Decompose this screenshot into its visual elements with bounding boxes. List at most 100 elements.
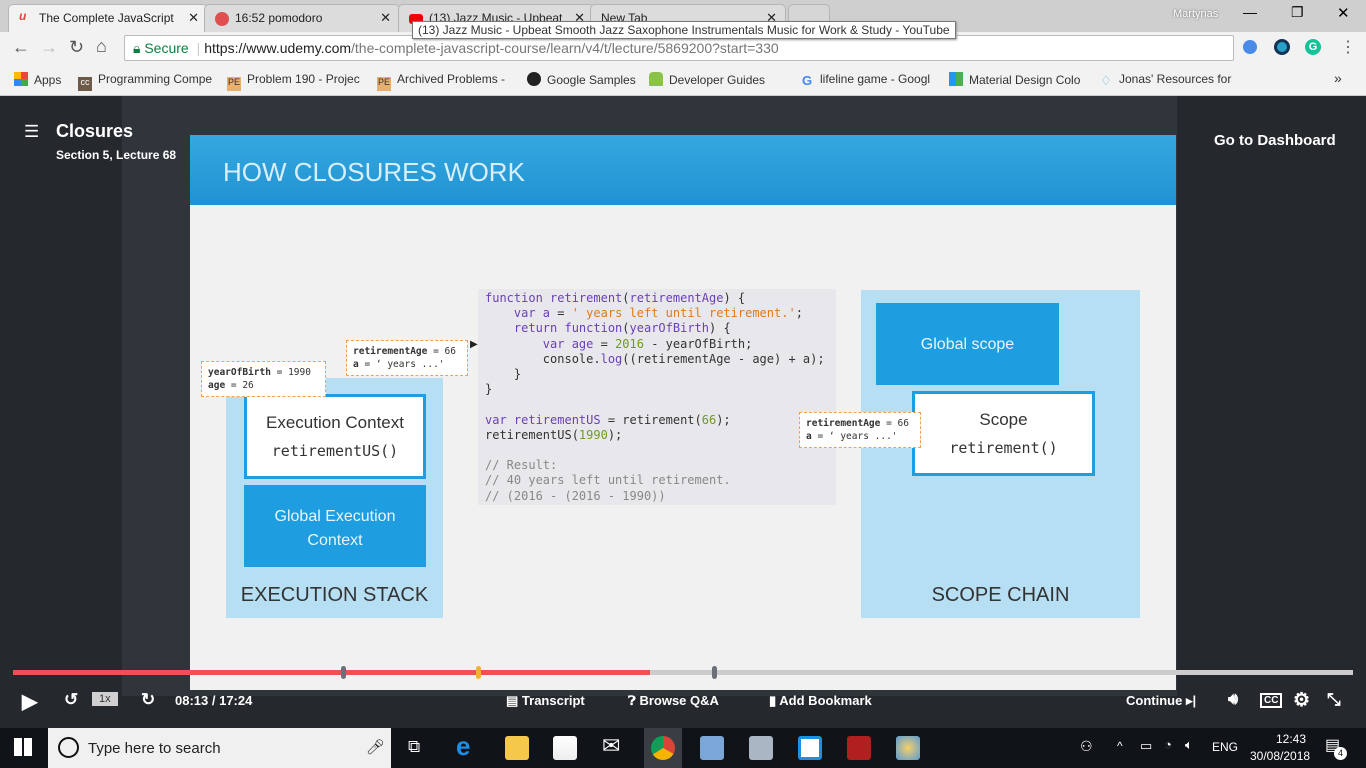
menu-icon[interactable]: ⋮	[1340, 37, 1356, 57]
fullscreen-icon[interactable]: ⤡	[1327, 690, 1341, 710]
microphone-icon[interactable]: 🎤︎	[366, 738, 385, 756]
paint-icon[interactable]	[896, 736, 920, 760]
scope-label: Scope	[979, 410, 1028, 429]
chevron-up-icon[interactable]: ^	[1117, 739, 1123, 753]
url-host: https://www.udemy.com	[204, 40, 352, 56]
edge-icon[interactable]: e	[456, 731, 480, 761]
bookmark-icon: ▮	[769, 693, 780, 708]
transcript-icon: ▤	[506, 693, 522, 708]
forward-icon[interactable]: ↻	[141, 690, 155, 710]
task-view-icon[interactable]: ⧉	[408, 737, 420, 757]
play-icon[interactable]: ▶	[22, 689, 37, 714]
progress-fill	[13, 670, 650, 675]
secure-label: Secure	[144, 40, 189, 56]
lock-icon: 🔒︎	[133, 40, 141, 56]
closure-variables-note: yearOfBirth = 1990 age = 26	[201, 361, 326, 397]
notification-count: 4	[1334, 747, 1347, 760]
clock-time[interactable]: 12:43	[1276, 732, 1306, 746]
bookmark-apps[interactable]: Apps	[14, 72, 61, 87]
home-icon[interactable]: ⌂	[96, 36, 107, 57]
material-design-icon	[949, 72, 963, 86]
url-path: /the-complete-javascript-course/learn/v4…	[351, 40, 779, 56]
cc-icon: cc	[78, 77, 92, 91]
continue-button[interactable]: Continue ▸|	[1126, 693, 1196, 709]
lecture-title: Closures	[56, 121, 134, 141]
player-controls: ▶ ↺ 1x ↻ 08:13 / 17:24 ▤ Transcript ❓︎ B…	[0, 686, 1366, 728]
windows-start-icon[interactable]	[14, 738, 32, 756]
bookmark-item[interactable]: Developer Guides	[649, 72, 765, 87]
lecture-subtitle: Section 5, Lecture 68	[56, 148, 177, 162]
bookmark-marker[interactable]	[712, 666, 717, 679]
pomodoro-icon	[215, 12, 229, 26]
bookmark-marker[interactable]	[476, 666, 481, 679]
udemy-icon: u	[19, 9, 27, 23]
apps-grid-icon	[14, 72, 28, 86]
speaker-icon[interactable]: 🔈︎	[1185, 737, 1193, 753]
close-icon[interactable]: ✕	[188, 10, 199, 26]
mail-icon[interactable]: ✉	[602, 733, 626, 758]
taskbar-search[interactable]: Type here to search 🎤︎	[48, 728, 391, 768]
android-icon	[649, 72, 663, 86]
browse-qa-button[interactable]: ❓︎ Browse Q&A	[628, 693, 719, 709]
curriculum-menu-icon[interactable]: ☰	[24, 122, 39, 142]
game-icon[interactable]	[847, 736, 871, 760]
battery-icon[interactable]: ▭	[1140, 738, 1152, 754]
extension-eye-icon[interactable]	[1274, 39, 1290, 55]
forward-icon[interactable]: →	[40, 37, 58, 58]
extension-icon[interactable]	[1243, 40, 1257, 54]
slide-heading: HOW CLOSURES WORK	[190, 135, 1176, 205]
people-icon[interactable]: ⚇	[1080, 738, 1093, 755]
bookmark-marker[interactable]	[341, 666, 346, 679]
file-explorer-icon[interactable]	[505, 736, 529, 760]
bookmark-item[interactable]: Google Samples	[527, 72, 636, 87]
close-window-icon[interactable]: ✕	[1337, 4, 1350, 22]
restore-icon[interactable]: ❐	[1291, 4, 1304, 21]
settings-gear-icon[interactable]: ⚙	[1293, 689, 1310, 712]
app-icon[interactable]	[798, 736, 822, 760]
language-indicator[interactable]: ENG	[1212, 740, 1238, 754]
resource-monitor-icon[interactable]	[749, 736, 773, 760]
global-scope-box: Global scope	[876, 303, 1059, 385]
bookmark-item[interactable]: PE Problem 190 - Projec	[227, 72, 360, 91]
progress-bar[interactable]	[13, 670, 1353, 675]
time-display: 08:13 / 17:24	[175, 693, 253, 708]
question-icon: ❓︎	[628, 693, 640, 708]
minimize-icon[interactable]: —	[1243, 4, 1257, 20]
bookmark-item[interactable]: ♢ Jonas' Resources for	[1099, 72, 1231, 88]
reload-icon[interactable]: ↻	[69, 37, 84, 58]
arrow-pointer-icon: ▶	[470, 339, 478, 350]
bookmark-item[interactable]: cc Programming Compe	[78, 72, 212, 91]
remote-desktop-icon[interactable]	[700, 736, 724, 760]
google-icon: G	[801, 73, 813, 88]
bookmarks-more[interactable]: »	[1334, 70, 1342, 86]
captions-button[interactable]: CC	[1260, 693, 1283, 708]
skip-next-icon: ▸|	[1182, 693, 1197, 708]
github-icon	[527, 72, 541, 86]
scope-box: Scope retirement()	[912, 391, 1095, 476]
store-icon[interactable]	[553, 736, 577, 760]
retirement-variables-note: retirementAge = 66 a = ‘ years ...'	[346, 340, 468, 376]
grammarly-icon[interactable]: G	[1305, 39, 1321, 55]
playback-speed-button[interactable]: 1x	[92, 692, 118, 706]
bookmark-item[interactable]: Glifeline game - Googl	[800, 72, 930, 88]
bookmark-item[interactable]: PE Archived Problems -	[377, 72, 505, 91]
volume-icon[interactable]: 🔊︎	[1228, 691, 1238, 709]
go-to-dashboard-link[interactable]: Go to Dashboard	[1214, 132, 1336, 149]
transcript-button[interactable]: ▤ Transcript	[506, 693, 585, 709]
rewind-icon[interactable]: ↺	[64, 690, 78, 710]
wifi-icon[interactable]: ◔	[1164, 737, 1172, 752]
tab-pomodoro[interactable]: 16:52 pomodoro ✕	[204, 4, 400, 32]
diamond-icon: ♢	[1100, 73, 1112, 88]
windows-taskbar: Type here to search 🎤︎ ⧉ e ✉ ⚇ ^ ▭ ◔ 🔈︎ …	[0, 728, 1366, 768]
close-icon[interactable]: ✕	[380, 10, 391, 26]
execution-context-function: retirementUS()	[271, 442, 399, 460]
scope-function: retirement()	[949, 439, 1058, 457]
code-block: function retirement(retirementAge) { var…	[478, 289, 836, 505]
profile-name[interactable]: Martynas	[1173, 8, 1218, 20]
add-bookmark-button[interactable]: ▮ Add Bookmark	[769, 693, 872, 709]
chrome-icon[interactable]	[651, 736, 675, 760]
clock-date[interactable]: 30/08/2018	[1250, 749, 1310, 763]
bookmark-item[interactable]: Material Design Colo	[949, 72, 1080, 87]
tab-udemy[interactable]: u The Complete JavaScript ✕	[8, 4, 208, 32]
back-icon[interactable]: ←	[12, 37, 30, 58]
